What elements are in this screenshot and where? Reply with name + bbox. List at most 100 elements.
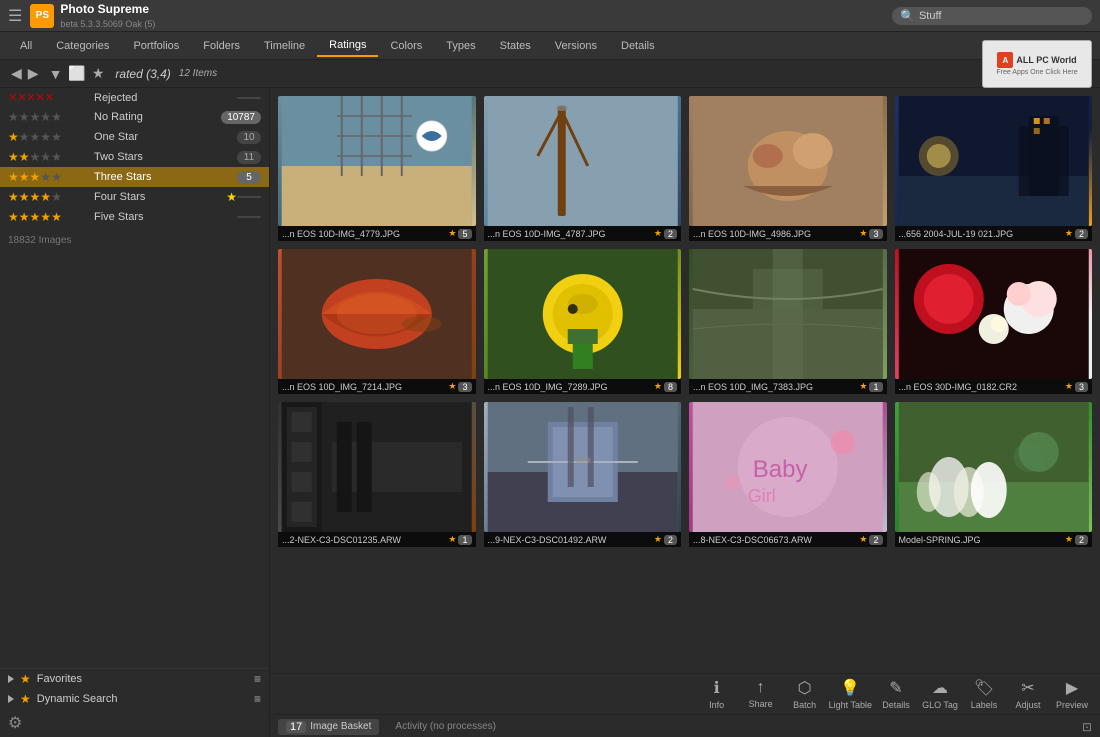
3star-icons: ★ ★ ★ ★ ★ [8,170,88,184]
preview-label: Preview [1056,700,1088,710]
rating-5stars[interactable]: ★ ★ ★ ★ ★ Five Stars [0,207,269,227]
thumb-img-5 [278,249,476,379]
thumb-label-5: ...n EOS 10D_IMG_7214.JPG ★ 3 [278,379,476,394]
batch-icon: ⬡ [798,678,812,698]
image-basket-btn[interactable]: 17 Image Basket [278,719,379,735]
rating-none[interactable]: ★ ★ ★ ★ ★ No Rating 10787 [0,107,269,127]
top-bar: ☰ PS Photo Supreme beta 5.3.3.5069 Oak (… [0,0,1100,32]
adjust-label: Adjust [1015,700,1040,710]
search-input[interactable] [919,10,1059,22]
thumbnail-1[interactable]: ...n EOS 10D-IMG_4779.JPG ★ 5 [278,96,476,241]
dynamic-menu-btn[interactable]: ≡ [254,692,261,706]
rating-3stars[interactable]: ★ ★ ★ ★ ★ Three Stars 5 [0,167,269,187]
rating-2stars[interactable]: ★ ★ ★ ★ ★ Two Stars 11 [0,147,269,167]
details-btn[interactable]: ✎ Details [876,678,916,710]
share-btn[interactable]: ↑ Share [741,679,781,709]
norating-icons: ★ ★ ★ ★ ★ [8,110,88,124]
preview-btn[interactable]: ▶ Preview [1052,678,1092,710]
sidebar-dynamic-search[interactable]: ★ Dynamic Search ≡ [0,689,269,709]
tab-timeline[interactable]: Timeline [252,36,317,56]
advert-sub: Free Apps One Click Here [996,69,1077,76]
app-layout: ☰ PS Photo Supreme beta 5.3.3.5069 Oak (… [0,0,1100,737]
app-icon: PS [30,4,54,28]
thumb-name-1: ...n EOS 10D-IMG_4779.JPG [282,229,400,239]
search-bar[interactable]: 🔍 [892,7,1092,25]
thumb-rating-1: ★ 5 [448,228,471,239]
thumbnail-3[interactable]: ...n EOS 10D-IMG_4986.JPG ★ 3 [689,96,887,241]
thumbnail-7[interactable]: ...n EOS 10D_IMG_7383.JPG ★ 1 [689,249,887,394]
thumb-label-7: ...n EOS 10D_IMG_7383.JPG ★ 1 [689,379,887,394]
thumb-rating-9: ★ 1 [448,534,471,545]
thumbnails-grid: ...n EOS 10D-IMG_4779.JPG ★ 5 [278,96,1092,547]
thumb-svg-8 [895,249,1093,379]
thumb-svg-2 [484,96,682,226]
settings-icon[interactable]: ⚙ [8,713,22,733]
filter-label: rated (3,4) [115,67,170,81]
dynamic-triangle [8,695,14,703]
details-icon: ✎ [889,678,902,698]
nav-tabs: All Categories Portfolios Folders Timeli… [0,32,1100,60]
1star-icons: ★ ★ ★ ★ ★ [8,130,88,144]
forward-icon[interactable]: ▶ [25,65,42,82]
thumb-svg-11: Baby Girl [689,402,887,532]
thumb-img-7 [689,249,887,379]
thumbnail-11[interactable]: Baby Girl ...8-NEX-C3-DSC06673.ARW ★ 2 [689,402,887,547]
search-icon: 🔍 [900,9,915,23]
rating-1star[interactable]: ★ ★ ★ ★ ★ One Star 10 [0,127,269,147]
thumbnail-10[interactable]: ...9-NEX-C3-DSC01492.ARW ★ 2 [484,402,682,547]
thumb-rating-12: ★ 2 [1065,534,1088,545]
tab-versions[interactable]: Versions [543,36,609,56]
rating-rejected[interactable]: ✕ ✕ ✕ ✕ ✕ Rejected [0,88,269,107]
tab-categories[interactable]: Categories [44,36,121,56]
thumb-label-3: ...n EOS 10D-IMG_4986.JPG ★ 3 [689,226,887,241]
thumb-label-12: Model-SPRING.JPG ★ 2 [895,532,1093,547]
sidebar-favorites[interactable]: ★ Favorites ≡ [0,669,269,689]
glo-tag-btn[interactable]: ☁ GLO Tag [920,678,960,710]
thumbnail-6[interactable]: ...n EOS 10D_IMG_7289.JPG ★ 8 [484,249,682,394]
tab-folders[interactable]: Folders [191,36,252,56]
info-btn[interactable]: ℹ Info [697,678,737,710]
thumb-name-2: ...n EOS 10D-IMG_4787.JPG [488,229,606,239]
thumb-svg-10 [484,402,682,532]
labels-btn[interactable]: 🏷 Labels [964,678,1004,710]
adjust-btn[interactable]: ✂ Adjust [1008,678,1048,710]
star-icon[interactable]: ★ [89,65,108,82]
thumbnail-12[interactable]: Model-SPRING.JPG ★ 2 [895,402,1093,547]
batch-btn[interactable]: ⬡ Batch [785,678,825,710]
rating-4stars[interactable]: ★ ★ ★ ★ ★ Four Stars ★ [0,187,269,207]
thumb-label-6: ...n EOS 10D_IMG_7289.JPG ★ 8 [484,379,682,394]
filter-icon[interactable]: ▼ [46,66,66,82]
back-icon[interactable]: ◀ [8,65,25,82]
toolbar-row: ◀ ▶ ▼ ⬜ ★ rated (3,4) 12 Items View [0,60,1100,88]
tab-types[interactable]: Types [434,36,487,56]
tab-ratings[interactable]: Ratings [317,35,378,57]
favorites-menu-btn[interactable]: ≡ [254,672,261,686]
labels-icon: 🏷 [974,678,994,698]
preview-icon: ▶ [1066,678,1078,698]
thumbnail-2[interactable]: ...n EOS 10D-IMG_4787.JPG ★ 2 [484,96,682,241]
four-star-badge: ★ [226,190,237,204]
sidebar: ✕ ✕ ✕ ✕ ✕ Rejected ★ ★ ★ ★ [0,88,270,737]
tab-all[interactable]: All [8,36,44,56]
thumb-svg-3 [689,96,887,226]
thumbnail-5[interactable]: ...n EOS 10D_IMG_7214.JPG ★ 3 [278,249,476,394]
light-table-btn[interactable]: 💡 Light Table [829,678,872,710]
thumb-rating-8: ★ 3 [1065,381,1088,392]
tab-states[interactable]: States [488,36,543,56]
hamburger-icon[interactable]: ☰ [8,6,22,26]
thumbnail-8[interactable]: ...n EOS 30D-IMG_0182.CR2 ★ 3 [895,249,1093,394]
batch-label: Batch [793,700,816,710]
favorites-icon: ★ [20,672,31,686]
thumb-rating-10: ★ 2 [654,534,677,545]
tab-details[interactable]: Details [609,36,667,56]
thumbnail-4[interactable]: ...656 2004-JUL-19 021.JPG ★ 2 [895,96,1093,241]
thumb-rating-4: ★ 2 [1065,228,1088,239]
thumb-label-9: ...2-NEX-C3-DSC01235.ARW ★ 1 [278,532,476,547]
thumbnail-9[interactable]: ...2-NEX-C3-DSC01235.ARW ★ 1 [278,402,476,547]
thumb-img-10 [484,402,682,532]
thumb-img-9 [278,402,476,532]
thumb-label-2: ...n EOS 10D-IMG_4787.JPG ★ 2 [484,226,682,241]
stack-icon[interactable]: ⬜ [65,65,88,82]
tab-colors[interactable]: Colors [378,36,434,56]
tab-portfolios[interactable]: Portfolios [121,36,191,56]
